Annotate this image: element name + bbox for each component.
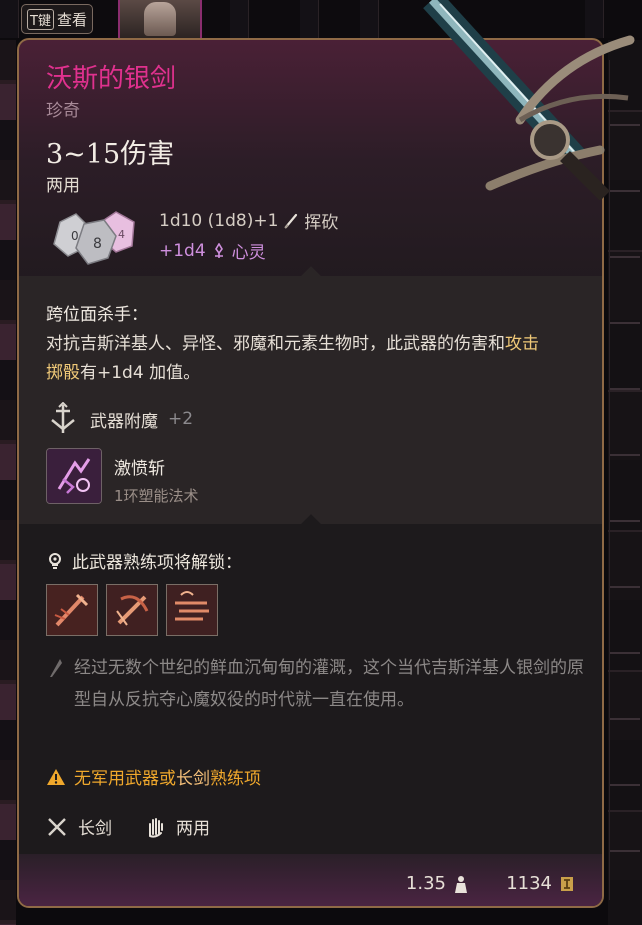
top-tile	[585, 0, 604, 38]
item-lore: 经过无数个世纪的鲜血沉甸甸的灌溉，这个当代吉斯洋基人银剑的原型自从反抗夺心魔奴役…	[74, 658, 584, 710]
dice-icon: 0 8 4	[53, 211, 135, 265]
die-number: 4	[118, 228, 125, 241]
unlock-title-text: 此武器熟练项将解锁：	[72, 553, 242, 573]
item-handedness: 两用	[46, 176, 80, 196]
ability-name: 跨位面杀手：	[46, 305, 148, 325]
proficiency-action-icon[interactable]	[166, 584, 218, 636]
weapon-properties: 长剑 两用	[46, 814, 210, 839]
spell-name: 激愤斩	[114, 459, 165, 479]
ability-desc-text: 有+1d4 加值。	[80, 363, 201, 383]
die-number: 8	[93, 236, 102, 252]
background-inventory-left	[0, 40, 16, 925]
quill-icon	[50, 659, 62, 677]
weight-icon	[455, 875, 467, 893]
top-tile	[300, 0, 319, 38]
rush-attack-icon	[167, 585, 217, 635]
handedness-label: 两用	[176, 819, 210, 839]
warning-text-part: 熟练项	[210, 769, 261, 789]
proficiency-unlock-title: 此武器熟练项将解锁：	[46, 548, 242, 573]
hand-icon	[149, 817, 163, 838]
item-name: 沃斯的银剑	[46, 64, 177, 94]
psychic-dice: +1d4	[159, 240, 206, 261]
warning-icon	[47, 768, 65, 785]
item-rarity: 珍奇	[46, 101, 80, 121]
spell-icon[interactable]	[46, 448, 102, 504]
top-tile	[0, 0, 19, 38]
spell-type: 1环塑能法术	[114, 487, 199, 505]
psychic-icon	[214, 242, 223, 258]
enchantment-icon	[51, 402, 75, 433]
longsword-link[interactable]: 长剑	[176, 769, 210, 789]
price-value: 1134	[506, 873, 552, 894]
character-portrait[interactable]	[118, 0, 202, 38]
item-weight: 1.35	[406, 873, 470, 894]
crossed-swords-icon	[48, 817, 66, 836]
weapon-enchantment: 武器附魔 +2	[46, 402, 193, 436]
pommel-strike-icon	[47, 585, 97, 635]
enchantment-label: 武器附魔	[90, 411, 158, 432]
damage-type-psychic: 心灵	[231, 243, 266, 263]
t-key-badge: T键	[27, 8, 54, 30]
enchantment-bonus: +2	[168, 409, 194, 429]
inspect-label: 查看	[56, 10, 87, 29]
lightbulb-icon	[49, 552, 61, 569]
inspect-button[interactable]: T键 查看	[21, 4, 93, 34]
damage-type-slashing: 挥砍	[304, 213, 339, 233]
ability-description: 对抗吉斯洋基人、异怪、邪魔和元素生物时，此武器的伤害和攻击掷骰有+1d4 加值。	[46, 330, 546, 388]
item-price: 1134	[506, 873, 576, 894]
psychic-damage-line: +1d4 心灵	[159, 238, 266, 264]
ability-desc-text: 对抗吉斯洋基人、异怪、邪魔和元素生物时，此武器的伤害和	[46, 334, 505, 354]
weapon-type-label: 长剑	[78, 819, 112, 839]
proficiency-action-icon[interactable]	[46, 584, 98, 636]
wrathful-smite-icon	[47, 449, 101, 503]
top-tile	[230, 0, 249, 38]
die-number: 0	[71, 229, 79, 243]
item-tooltip: 沃斯的银剑 珍奇 3~15伤害 两用 0 8 4 1d10 (1d8)+1 挥砍…	[17, 38, 604, 908]
warning-text: 无军用武器或长剑熟练项	[74, 764, 261, 789]
weight-value: 1.35	[405, 873, 446, 894]
background-inventory-slots	[609, 60, 640, 900]
top-bar: T键 查看	[0, 0, 642, 38]
slashing-icon	[284, 213, 298, 229]
damage-dice: 1d10 (1d8)+1	[159, 210, 279, 231]
damage-dice-line: 1d10 (1d8)+1 挥砍	[159, 208, 339, 234]
top-tile	[360, 0, 379, 38]
proficiency-warning: 无军用武器或长剑熟练项	[46, 764, 261, 789]
lacerate-icon	[107, 585, 157, 635]
warning-text-part: 无军用武器或	[74, 769, 176, 789]
gold-icon	[561, 876, 573, 891]
proficiency-action-icon[interactable]	[106, 584, 158, 636]
item-damage: 3~15伤害	[46, 139, 175, 170]
